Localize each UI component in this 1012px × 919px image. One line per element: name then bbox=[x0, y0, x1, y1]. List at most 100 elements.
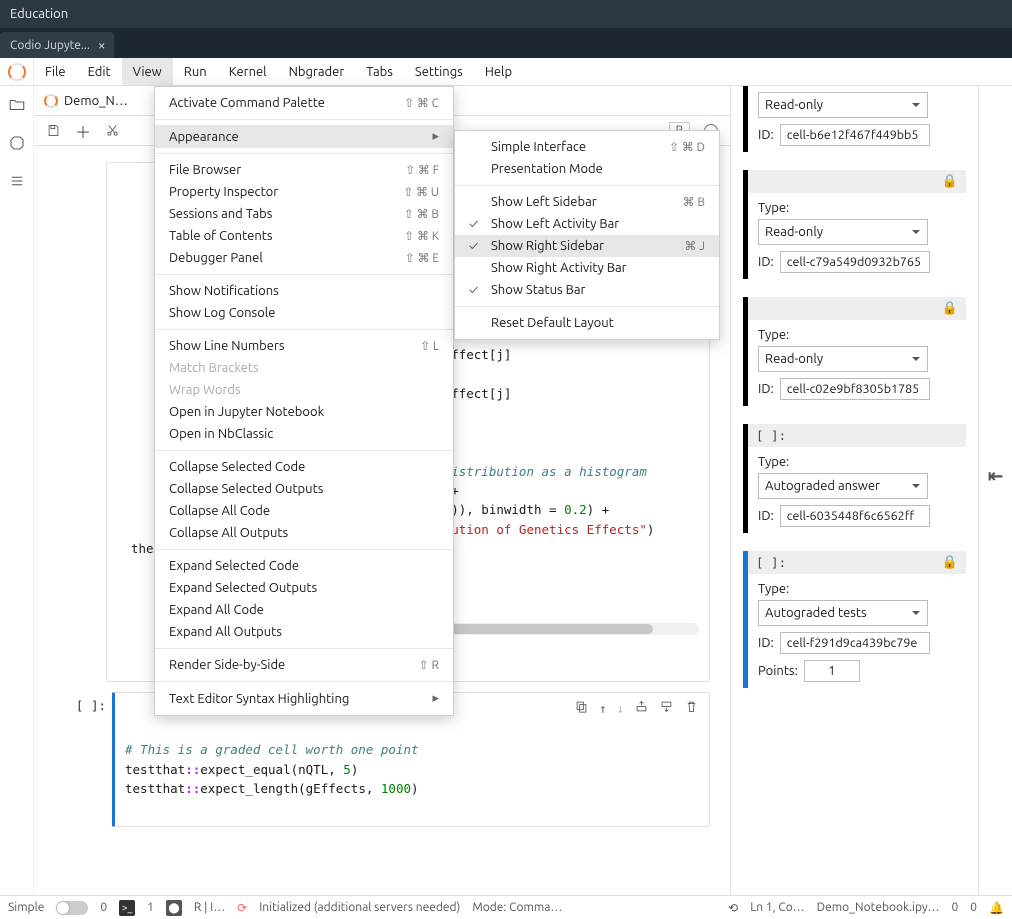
kernel-name[interactable]: R | I… bbox=[194, 901, 225, 914]
menu-kernel[interactable]: Kernel bbox=[218, 58, 278, 85]
cut-icon[interactable] bbox=[105, 123, 120, 138]
cell-type-select[interactable]: Read-only bbox=[758, 92, 928, 118]
menu-help[interactable]: Help bbox=[474, 58, 523, 85]
cell-card-2: 🔒 Type: Read-only ID:cell-c02e9bf8305b17… bbox=[743, 297, 966, 406]
cell-id-input[interactable]: cell-f291d9ca439bc79e bbox=[780, 632, 930, 654]
mi-show-notifications[interactable]: Show Notifications bbox=[155, 280, 453, 302]
code-op: :: bbox=[185, 781, 200, 796]
mi-appearance[interactable]: Appearance▸ bbox=[155, 125, 453, 148]
cell-id-input[interactable]: cell-c79a549d0932b765 bbox=[780, 251, 930, 273]
duplicate-icon[interactable] bbox=[574, 699, 589, 714]
simple-mode-toggle[interactable] bbox=[56, 901, 88, 915]
main-column: Demo_N… ＋ R ] + QTLeffect[j] ] - QTLeffe… bbox=[34, 86, 730, 895]
collapse-right-icon[interactable]: ⇤ bbox=[988, 466, 1003, 895]
lock-icon: 🔒 bbox=[942, 174, 958, 189]
menu-settings[interactable]: Settings bbox=[404, 58, 474, 85]
mi-show-left-activity-bar[interactable]: ✓Show Left Activity Bar bbox=[455, 213, 719, 235]
mi-activate-command-palette[interactable]: Activate Command Palette⇧ ⌘ C bbox=[155, 92, 453, 114]
stop-icon[interactable] bbox=[8, 134, 26, 152]
lsp-status: Initialized (additional servers needed) bbox=[259, 901, 460, 914]
cell-id-input[interactable]: cell-b6e12f467f449bb5 bbox=[780, 124, 930, 146]
mi-open-jupyter-notebook[interactable]: Open in Jupyter Notebook bbox=[155, 401, 453, 423]
menu-view[interactable]: View bbox=[122, 58, 173, 85]
mi-sessions-and-tabs[interactable]: Sessions and Tabs⇧ ⌘ B bbox=[155, 203, 453, 225]
mi-collapse-selected-code[interactable]: Collapse Selected Code bbox=[155, 456, 453, 478]
mi-reset-default-layout[interactable]: Reset Default Layout bbox=[455, 312, 719, 334]
mi-show-log-console[interactable]: Show Log Console bbox=[155, 302, 453, 324]
code-text: ) bbox=[647, 522, 655, 537]
terminal-icon[interactable]: >_ bbox=[119, 900, 135, 916]
code-text: ) bbox=[351, 762, 359, 777]
mi-collapse-all-outputs[interactable]: Collapse All Outputs bbox=[155, 522, 453, 544]
bell-icon[interactable]: 🔔 bbox=[989, 901, 1004, 915]
insert-below-icon[interactable] bbox=[659, 699, 674, 714]
move-down-icon[interactable]: ↓ bbox=[616, 699, 624, 718]
status-count-0: 0 bbox=[100, 901, 107, 914]
cell-card-3: [ ]: Type: Autograded answer ID:cell-603… bbox=[743, 424, 966, 533]
code-text: ) bbox=[411, 781, 419, 796]
mi-file-browser[interactable]: File Browser⇧ ⌘ F bbox=[155, 159, 453, 181]
mi-show-left-sidebar[interactable]: Show Left Sidebar⌘ B bbox=[455, 191, 719, 213]
mi-table-of-contents[interactable]: Table of Contents⇧ ⌘ K bbox=[155, 225, 453, 247]
mi-show-status-bar[interactable]: ✓Show Status Bar bbox=[455, 279, 719, 301]
mi-property-inspector[interactable]: Property Inspector⇧ ⌘ U bbox=[155, 181, 453, 203]
cell-type-select[interactable]: Autograded tests bbox=[758, 600, 928, 626]
code-text: testthat bbox=[125, 781, 185, 796]
app-tab[interactable]: Codio Jupyte... × bbox=[0, 32, 114, 58]
menu-edit[interactable]: Edit bbox=[77, 58, 122, 85]
status-count-1: 1 bbox=[147, 901, 154, 914]
cell-type-select[interactable]: Autograded answer bbox=[758, 473, 928, 499]
close-icon[interactable]: × bbox=[98, 38, 106, 52]
menu-tabs[interactable]: Tabs bbox=[355, 58, 404, 85]
cell-type-select[interactable]: Read-only bbox=[758, 219, 928, 245]
cell-id-input[interactable]: cell-6035448f6c6562ff bbox=[780, 505, 930, 527]
mi-wrap-words: Wrap Words bbox=[155, 379, 453, 401]
folder-icon[interactable] bbox=[8, 96, 26, 114]
insert-above-icon[interactable] bbox=[634, 699, 649, 714]
view-menu: Activate Command Palette⇧ ⌘ C Appearance… bbox=[154, 86, 454, 716]
mi-expand-selected-outputs[interactable]: Expand Selected Outputs bbox=[155, 577, 453, 599]
notebook-tab-label: Demo_N… bbox=[64, 94, 128, 108]
mi-collapse-selected-outputs[interactable]: Collapse Selected Outputs bbox=[155, 478, 453, 500]
mi-render-side-by-side[interactable]: Render Side-by-Side⇧ R bbox=[155, 654, 453, 676]
mi-presentation-mode[interactable]: Presentation Mode bbox=[455, 158, 719, 180]
mi-collapse-all-code[interactable]: Collapse All Code bbox=[155, 500, 453, 522]
updates-icon[interactable]: ⟲ bbox=[728, 901, 738, 915]
cursor-position[interactable]: Ln 1, Co… bbox=[750, 901, 804, 914]
save-icon[interactable] bbox=[46, 123, 61, 138]
menu-run[interactable]: Run bbox=[173, 58, 218, 85]
cell-prompt: [ ]: bbox=[54, 692, 106, 826]
id-label: ID: bbox=[758, 255, 774, 269]
move-up-icon[interactable]: ↑ bbox=[599, 699, 607, 718]
mi-show-right-activity-bar[interactable]: Show Right Activity Bar bbox=[455, 257, 719, 279]
points-input[interactable]: 1 bbox=[804, 660, 860, 682]
editor-mode[interactable]: Mode: Comma… bbox=[472, 901, 562, 914]
window-titlebar: Education bbox=[0, 0, 1012, 28]
delete-icon[interactable] bbox=[684, 699, 699, 714]
notebook-kernel-icon bbox=[44, 94, 58, 108]
menu-nbgrader[interactable]: Nbgrader bbox=[278, 58, 356, 85]
cell-type-select[interactable]: Read-only bbox=[758, 346, 928, 372]
cell-id-input[interactable]: cell-c02e9bf8305b1785 bbox=[780, 378, 930, 400]
mi-simple-interface[interactable]: Simple Interface⇧ ⌘ D bbox=[455, 136, 719, 158]
code-text: expect_equal(nQTL, bbox=[200, 762, 343, 777]
app-tab-label: Codio Jupyte... bbox=[10, 39, 90, 52]
code-comment: # This is a graded cell worth one point bbox=[125, 742, 419, 757]
mi-expand-all-outputs[interactable]: Expand All Outputs bbox=[155, 621, 453, 643]
mi-syntax-highlighting[interactable]: Text Editor Syntax Highlighting▸ bbox=[155, 687, 453, 710]
mi-debugger-panel[interactable]: Debugger Panel⇧ ⌘ E bbox=[155, 247, 453, 269]
mi-open-nbclassic[interactable]: Open in NbClassic bbox=[155, 423, 453, 445]
cell-header-prompt: [ ]: bbox=[756, 428, 786, 443]
lsp-status-icon[interactable]: ⟳ bbox=[237, 901, 247, 915]
lock-icon: 🔒 bbox=[942, 301, 958, 316]
mi-expand-all-code[interactable]: Expand All Code bbox=[155, 599, 453, 621]
right-sidebar: Read-only ID: cell-b6e12f467f449bb5 🔒 Typ… bbox=[730, 86, 978, 895]
mi-show-right-sidebar[interactable]: ✓Show Right Sidebar⌘ J bbox=[455, 235, 719, 257]
add-cell-icon[interactable]: ＋ bbox=[75, 119, 91, 143]
kernel-icon[interactable]: ⬤ bbox=[166, 900, 182, 916]
mi-expand-selected-code[interactable]: Expand Selected Code bbox=[155, 555, 453, 577]
menu-file[interactable]: File bbox=[34, 58, 77, 85]
mi-show-line-numbers[interactable]: Show Line Numbers⇧ L bbox=[155, 335, 453, 357]
list-icon[interactable] bbox=[8, 172, 26, 190]
right-activity-bar: ⇤ bbox=[978, 86, 1012, 895]
